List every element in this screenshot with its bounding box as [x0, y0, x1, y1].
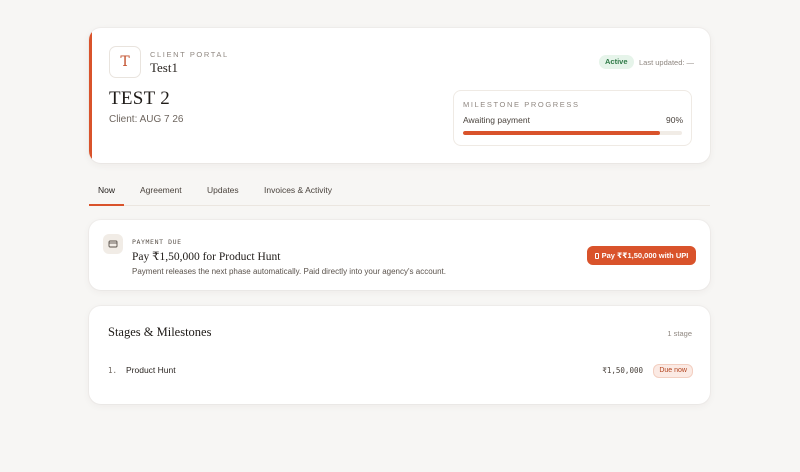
- client-line: Client: AUG 7 26: [109, 114, 184, 125]
- project-title: TEST 2: [109, 88, 171, 109]
- project-header-card: T CLIENT PORTAL Test1 Active Last update…: [89, 28, 710, 163]
- milestone-label: MILESTONE PROGRESS: [463, 100, 580, 109]
- accent-bar: [89, 28, 92, 163]
- client-portal-page: T CLIENT PORTAL Test1 Active Last update…: [0, 0, 800, 472]
- last-updated: Last updated: —: [639, 58, 695, 67]
- stage-number: 1.: [108, 366, 118, 375]
- tab-now[interactable]: Now: [98, 185, 115, 195]
- tab-invoices-activity[interactable]: Invoices & Activity: [264, 185, 332, 195]
- stage-row[interactable]: 1. Product Hunt ₹1,50,000 Due now: [108, 364, 693, 378]
- milestone-progress-box: MILESTONE PROGRESS Awaiting payment 90%: [453, 90, 692, 146]
- milestone-status: Awaiting payment: [463, 115, 530, 125]
- stages-title: Stages & Milestones: [108, 325, 212, 339]
- card-icon: [103, 234, 123, 254]
- payment-description: Payment releases the next phase automati…: [132, 267, 446, 276]
- payment-due-card: PAYMENT DUE Pay ₹1,50,000 for Product Hu…: [89, 220, 710, 290]
- payment-due-label: PAYMENT DUE: [132, 238, 182, 246]
- card-icon-svg: [108, 240, 118, 248]
- milestone-progress-track: [463, 131, 682, 135]
- phone-icon: [594, 252, 599, 259]
- stages-milestones-card: Stages & Milestones 1 stage 1. Product H…: [89, 306, 710, 404]
- active-tab-indicator: [89, 204, 124, 206]
- stage-status-badge: Due now: [653, 364, 693, 378]
- tab-agreement[interactable]: Agreement: [140, 185, 182, 195]
- tab-updates[interactable]: Updates: [207, 185, 239, 195]
- tab-bar: Now Agreement Updates Invoices & Activit…: [89, 180, 710, 206]
- portal-label: CLIENT PORTAL: [150, 50, 229, 59]
- status-badge: Active: [599, 55, 634, 69]
- stages-count: 1 stage: [667, 329, 692, 338]
- milestone-percent: 90%: [665, 115, 683, 125]
- pay-with-upi-button[interactable]: Pay ₹₹1,50,000 with UPI: [587, 246, 696, 265]
- portal-name: Test1: [150, 60, 178, 75]
- logo-letter: T: [120, 54, 130, 70]
- milestone-progress-fill: [463, 131, 661, 135]
- pay-button-label: Pay ₹₹1,50,000 with UPI: [601, 251, 689, 260]
- stage-amount: ₹1,50,000: [602, 366, 643, 375]
- client-logo: T: [109, 46, 141, 78]
- payment-title: Pay ₹1,50,000 for Product Hunt: [132, 251, 281, 263]
- stage-name: Product Hunt: [126, 365, 176, 375]
